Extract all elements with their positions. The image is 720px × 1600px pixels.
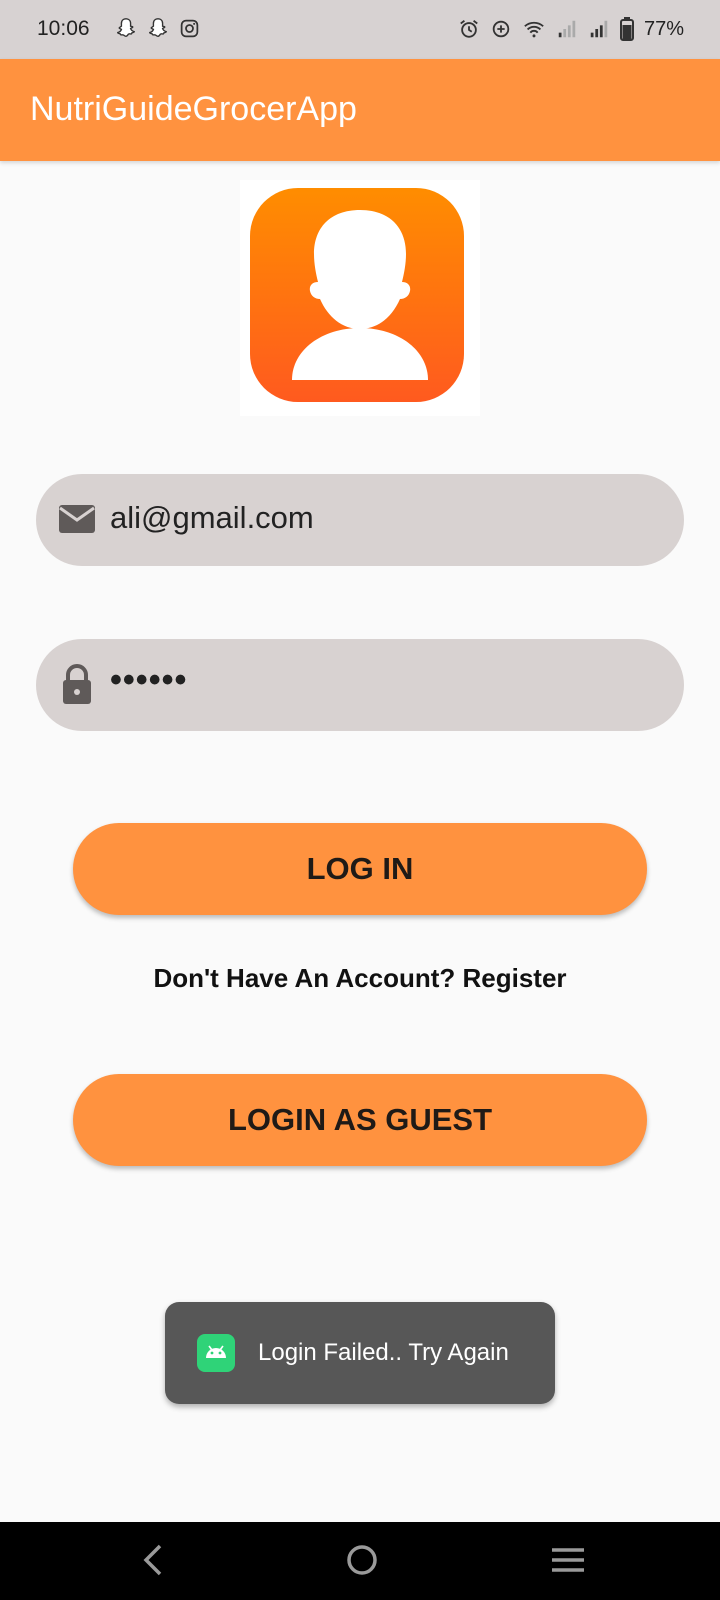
system-icons: 77% [458,17,684,41]
snapchat-icon [117,18,135,37]
back-icon[interactable] [138,1540,168,1580]
instagram-icon [180,19,199,37]
register-link[interactable]: Don't Have An Account? Register [0,963,720,994]
password-field[interactable]: •••••• [36,639,684,731]
user-avatar-icon [250,188,464,402]
app-bar: NutriGuideGrocerApp [0,59,720,161]
login-as-guest-button[interactable]: LOGIN AS GUEST [73,1074,647,1166]
toast-message: Login Failed.. Try Again [165,1302,555,1404]
app-title: NutriGuideGrocerApp [30,90,357,128]
wifi-icon [524,21,544,38]
app-logo [240,180,480,416]
email-field[interactable]: ali@gmail.com [36,474,684,566]
mail-icon [59,505,95,533]
snapchat-icon [149,18,167,37]
status-time: 10:06 [37,17,90,40]
navigation-bar [0,1522,720,1600]
password-value: •••••• [110,661,188,699]
android-icon [197,1334,235,1372]
home-icon[interactable] [342,1540,382,1580]
alarm-icon [460,20,478,38]
notification-icons [115,17,200,39]
battery-percent: 77% [643,17,684,40]
toast-text: Login Failed.. Try Again [258,1339,509,1366]
signal-icon [590,20,608,38]
status-bar: 10:06 77% [0,0,720,59]
lock-icon [63,664,91,704]
email-value: ali@gmail.com [110,500,314,535]
login-button[interactable]: LOG IN [73,823,647,915]
recents-icon[interactable] [550,1540,586,1580]
battery-icon [619,17,634,41]
signal-icon [558,20,576,38]
data-saver-icon [492,20,510,38]
